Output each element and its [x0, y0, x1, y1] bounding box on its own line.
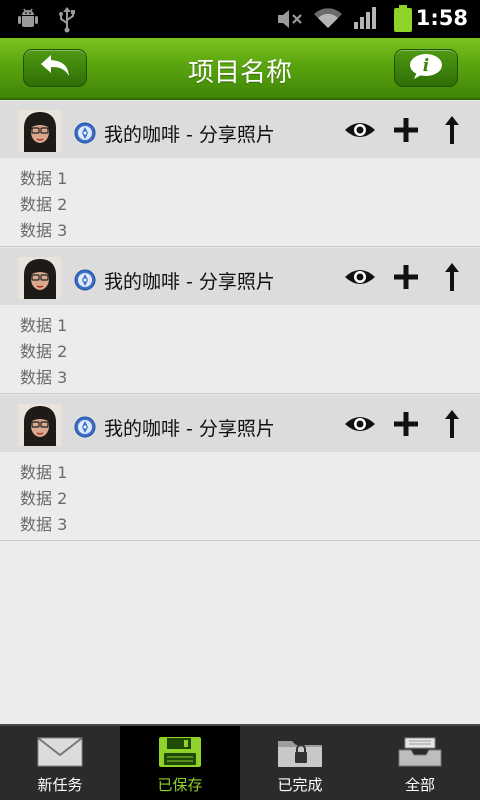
- data-row: 数据 1: [20, 169, 68, 188]
- item-data: 数据 1 数据 2 数据 3: [0, 452, 480, 538]
- tab-mail[interactable]: 新任务: [0, 726, 120, 800]
- share-badge-icon: [74, 416, 96, 438]
- battery-icon: [393, 5, 413, 37]
- page-title: 项目名称: [187, 58, 292, 88]
- tab-label: 已保存: [157, 776, 203, 794]
- tab-locked-folder[interactable]: 已完成: [240, 726, 360, 800]
- item-data: 数据 1 数据 2 数据 3: [0, 158, 480, 244]
- item-header: 我的咖啡 - 分享照片: [0, 100, 480, 158]
- list-item[interactable]: 我的咖啡 - 分享照片 数据 1 数据 2 数据 3: [0, 247, 480, 394]
- view-icon[interactable]: [344, 262, 376, 292]
- signal-icon: [353, 6, 379, 34]
- item-header: 我的咖啡 - 分享照片: [0, 394, 480, 452]
- add-icon[interactable]: [393, 262, 419, 292]
- status-time: 1:58: [415, 6, 468, 30]
- info-button[interactable]: i: [394, 49, 458, 87]
- avatar: [18, 404, 61, 446]
- data-row: 数据 2: [20, 342, 68, 361]
- data-row: 数据 1: [20, 316, 68, 335]
- save-icon: [156, 734, 204, 770]
- locked-folder-icon: [276, 734, 324, 770]
- item-header: 我的咖啡 - 分享照片: [0, 247, 480, 305]
- add-icon[interactable]: [393, 115, 419, 145]
- data-row: 数据 2: [20, 489, 68, 508]
- avatar: [18, 110, 61, 152]
- item-title: 我的咖啡 - 分享照片: [104, 124, 275, 146]
- bottom-tab-bar: 新任务 已保存 已完成 全部: [0, 724, 480, 800]
- project-list: 我的咖啡 - 分享照片 数据 1 数据 2 数据 3 我的咖啡 - 分享照片 数据 …: [0, 100, 480, 541]
- info-icon: i: [408, 52, 444, 84]
- data-row: 数据 2: [20, 195, 68, 214]
- title-bar: 项目名称 i: [0, 38, 480, 100]
- tab-label: 已完成: [277, 776, 323, 794]
- share-badge-icon: [74, 122, 96, 144]
- inbox-tray-icon: [396, 734, 444, 770]
- tab-save[interactable]: 已保存: [120, 726, 240, 800]
- wifi-icon: [313, 6, 343, 34]
- list-item[interactable]: 我的咖啡 - 分享照片 数据 1 数据 2 数据 3: [0, 100, 480, 247]
- avatar: [18, 257, 61, 299]
- back-arrow-icon: [38, 53, 72, 83]
- upload-icon[interactable]: [443, 409, 461, 439]
- share-badge-icon: [74, 269, 96, 291]
- data-row: 数据 3: [20, 221, 68, 240]
- tab-inbox-tray[interactable]: 全部: [360, 726, 480, 800]
- tab-label: 新任务: [37, 776, 83, 794]
- upload-icon[interactable]: [443, 262, 461, 292]
- add-icon[interactable]: [393, 409, 419, 439]
- tab-label: 全部: [404, 776, 435, 794]
- view-icon[interactable]: [344, 115, 376, 145]
- android-debug-icon: [16, 7, 40, 35]
- status-bar: 1:58: [0, 0, 480, 38]
- mute-icon: [276, 8, 304, 34]
- data-row: 数据 1: [20, 463, 68, 482]
- list-item[interactable]: 我的咖啡 - 分享照片 数据 1 数据 2 数据 3: [0, 394, 480, 541]
- mail-icon: [36, 734, 84, 770]
- usb-icon: [56, 5, 78, 37]
- item-data: 数据 1 数据 2 数据 3: [0, 305, 480, 391]
- view-icon[interactable]: [344, 409, 376, 439]
- item-title: 我的咖啡 - 分享照片: [104, 418, 275, 440]
- back-button[interactable]: [23, 49, 87, 87]
- upload-icon[interactable]: [443, 115, 461, 145]
- item-title: 我的咖啡 - 分享照片: [104, 271, 275, 293]
- data-row: 数据 3: [20, 368, 68, 387]
- data-row: 数据 3: [20, 515, 68, 534]
- svg-text:i: i: [423, 56, 429, 76]
